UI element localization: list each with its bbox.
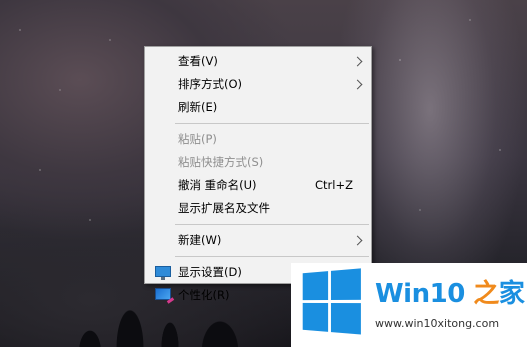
menu-item-label: 显示设置(D): [178, 265, 242, 279]
site-watermark: Win10 之家 www.win10xitong.com: [291, 263, 527, 347]
windows-logo-icon: [302, 268, 362, 335]
menu-item-show-extensions[interactable]: 显示扩展名及文件: [145, 197, 371, 220]
watermark-brand-suffix: 家: [498, 279, 525, 309]
watermark-brand-accent: 之: [464, 279, 499, 309]
submenu-arrow-icon: [352, 56, 363, 67]
menu-separator: [175, 224, 369, 225]
menu-item-label: 查看(V): [178, 54, 218, 68]
menu-item-label: 粘贴(P): [178, 132, 217, 146]
menu-item-paste-shortcut: 粘贴快捷方式(S): [145, 151, 371, 174]
menu-item-label: 撤消 重命名(U): [178, 178, 257, 192]
menu-separator: [175, 256, 369, 257]
menu-item-label: 新建(W): [178, 233, 222, 247]
menu-item-label: 个性化(R): [178, 288, 230, 302]
personalize-icon: [155, 288, 171, 300]
menu-item-new[interactable]: 新建(W): [145, 229, 371, 252]
menu-item-label: 粘贴快捷方式(S): [178, 155, 264, 169]
watermark-brand-prefix: Win10: [375, 279, 465, 309]
desktop-context-menu: 查看(V) 排序方式(O) 刷新(E) 粘贴(P) 粘贴快捷方式(S) 撤消 重…: [144, 46, 372, 302]
submenu-arrow-icon: [352, 79, 363, 90]
menu-item-label: 刷新(E): [178, 100, 218, 114]
menu-item-refresh[interactable]: 刷新(E): [145, 96, 371, 119]
menu-item-label: 排序方式(O): [178, 77, 243, 91]
watermark-brand: Win10 之家: [375, 273, 525, 310]
menu-item-sort-by[interactable]: 排序方式(O): [145, 73, 371, 96]
menu-item-undo-rename[interactable]: 撤消 重命名(U) Ctrl+Z: [145, 174, 371, 197]
submenu-arrow-icon: [352, 235, 363, 246]
menu-separator: [175, 123, 369, 124]
menu-item-view[interactable]: 查看(V): [145, 50, 371, 73]
watermark-url: www.win10xitong.com: [375, 317, 500, 330]
display-settings-icon: [155, 266, 171, 280]
menu-item-label: 显示扩展名及文件: [178, 201, 270, 215]
menu-item-shortcut: Ctrl+Z: [315, 178, 353, 192]
menu-item-paste: 粘贴(P): [145, 128, 371, 151]
